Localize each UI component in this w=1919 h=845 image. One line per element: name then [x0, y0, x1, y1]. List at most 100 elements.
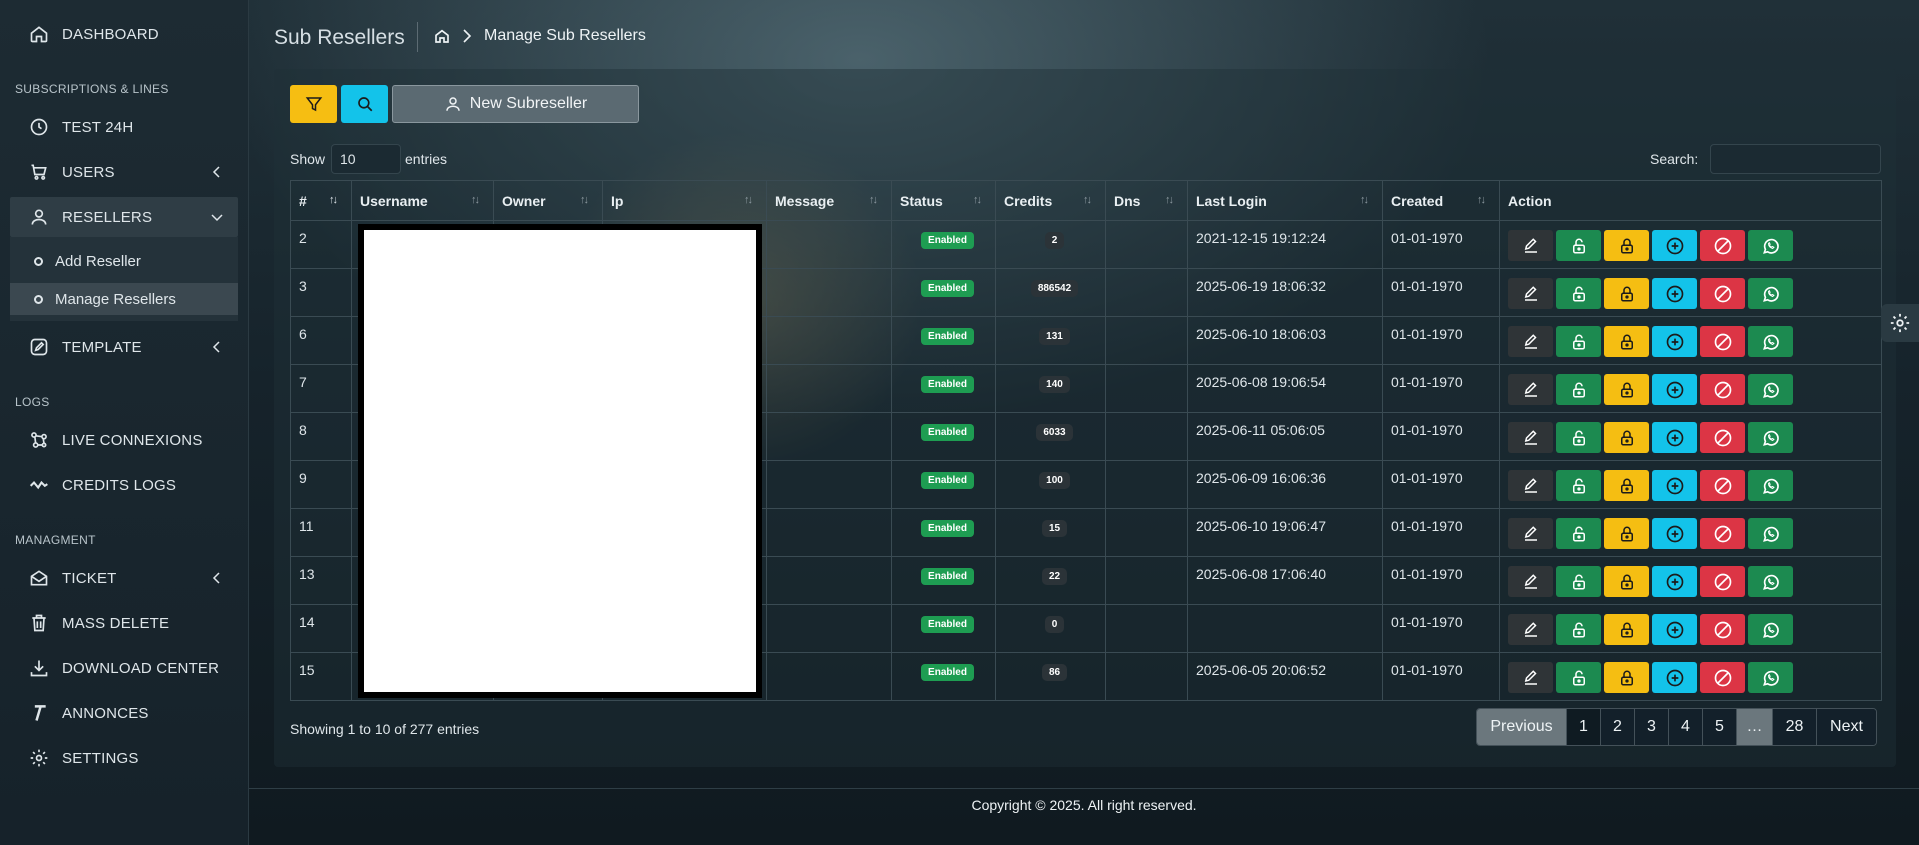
unlock-button[interactable]: [1556, 422, 1601, 453]
lock-button[interactable]: [1604, 518, 1649, 549]
page-button[interactable]: 28: [1773, 709, 1817, 745]
page-button[interactable]: 5: [1703, 709, 1737, 745]
lock-button[interactable]: [1604, 470, 1649, 501]
disable-button[interactable]: [1700, 374, 1745, 405]
edit-button[interactable]: [1508, 470, 1553, 501]
sidebar-item-credits-logs[interactable]: CREDITS LOGS: [10, 465, 238, 505]
whatsapp-button[interactable]: [1748, 614, 1793, 645]
edit-button[interactable]: [1508, 518, 1553, 549]
whatsapp-button[interactable]: [1748, 278, 1793, 309]
add-credits-button[interactable]: [1652, 374, 1697, 405]
column-header[interactable]: Created ↑↓: [1382, 180, 1500, 221]
lock-button[interactable]: [1604, 422, 1649, 453]
edit-button[interactable]: [1508, 422, 1553, 453]
settings-toggle[interactable]: [1881, 304, 1919, 342]
disable-button[interactable]: [1700, 422, 1745, 453]
column-header[interactable]: Dns ↑↓: [1105, 180, 1188, 221]
unlock-button[interactable]: [1556, 374, 1601, 405]
sidebar-item-manage-resellers[interactable]: Manage Resellers: [10, 283, 238, 315]
edit-button[interactable]: [1508, 662, 1553, 693]
add-credits-button[interactable]: [1652, 470, 1697, 501]
whatsapp-button[interactable]: [1748, 566, 1793, 597]
sidebar-item-mass-delete[interactable]: MASS DELETE: [10, 603, 238, 643]
sidebar-item-download-center[interactable]: DOWNLOAD CENTER: [10, 648, 238, 688]
disable-button[interactable]: [1700, 614, 1745, 645]
sidebar-item-template[interactable]: TEMPLATE: [10, 327, 238, 367]
search-input[interactable]: [1710, 144, 1881, 174]
whatsapp-button[interactable]: [1748, 374, 1793, 405]
column-header[interactable]: Credits ↑↓: [995, 180, 1106, 221]
lock-button[interactable]: [1604, 662, 1649, 693]
disable-button[interactable]: [1700, 518, 1745, 549]
page-length-select[interactable]: 10: [331, 144, 401, 174]
whatsapp-button[interactable]: [1748, 662, 1793, 693]
column-header[interactable]: # ↑↓: [290, 180, 352, 221]
search-button[interactable]: [341, 85, 388, 123]
column-header[interactable]: Owner ↑↓: [493, 180, 603, 221]
disable-button[interactable]: [1700, 566, 1745, 597]
column-header[interactable]: Last Login ↑↓: [1187, 180, 1383, 221]
disable-button[interactable]: [1700, 230, 1745, 261]
unlock-button[interactable]: [1556, 614, 1601, 645]
column-header[interactable]: Username ↑↓: [351, 180, 494, 221]
whatsapp-button[interactable]: [1748, 326, 1793, 357]
home-icon[interactable]: [434, 28, 450, 44]
unlock-button[interactable]: [1556, 518, 1601, 549]
sidebar-item-live-connexions[interactable]: LIVE CONNEXIONS: [10, 420, 238, 460]
disable-button[interactable]: [1700, 278, 1745, 309]
page-button[interactable]: 1: [1567, 709, 1601, 745]
add-credits-button[interactable]: [1652, 614, 1697, 645]
column-header[interactable]: Message ↑↓: [766, 180, 892, 221]
edit-button[interactable]: [1508, 326, 1553, 357]
add-credits-button[interactable]: [1652, 278, 1697, 309]
column-header[interactable]: Ip ↑↓: [602, 180, 767, 221]
page-button[interactable]: 3: [1635, 709, 1669, 745]
disable-button[interactable]: [1700, 326, 1745, 357]
sidebar-item-settings[interactable]: SETTINGS: [10, 738, 238, 778]
sidebar-item-dashboard[interactable]: DASHBOARD: [10, 14, 238, 54]
sidebar-item-ticket[interactable]: TICKET: [10, 558, 238, 598]
edit-button[interactable]: [1508, 278, 1553, 309]
whatsapp-button[interactable]: [1748, 518, 1793, 549]
lock-button[interactable]: [1604, 230, 1649, 261]
add-credits-button[interactable]: [1652, 518, 1697, 549]
unlock-button[interactable]: [1556, 662, 1601, 693]
previous-page-button[interactable]: Previous: [1477, 709, 1567, 745]
new-subreseller-button[interactable]: New Subreseller: [392, 85, 639, 123]
whatsapp-button[interactable]: [1748, 470, 1793, 501]
page-button[interactable]: 2: [1601, 709, 1635, 745]
unlock-button[interactable]: [1556, 566, 1601, 597]
disable-button[interactable]: [1700, 470, 1745, 501]
next-page-button[interactable]: Next: [1817, 709, 1876, 745]
whatsapp-button[interactable]: [1748, 230, 1793, 261]
lock-button[interactable]: [1604, 326, 1649, 357]
edit-button[interactable]: [1508, 614, 1553, 645]
sidebar-item-label: CREDITS LOGS: [62, 476, 177, 494]
filter-button[interactable]: [290, 85, 337, 123]
page-button[interactable]: 4: [1669, 709, 1703, 745]
disable-button[interactable]: [1700, 662, 1745, 693]
unlock-button[interactable]: [1556, 230, 1601, 261]
lock-button[interactable]: [1604, 374, 1649, 405]
sidebar-item-test24h[interactable]: TEST 24H: [10, 107, 238, 147]
add-credits-button[interactable]: [1652, 566, 1697, 597]
sidebar-item-add-reseller[interactable]: Add Reseller: [10, 245, 238, 277]
lock-button[interactable]: [1604, 614, 1649, 645]
unlock-button[interactable]: [1556, 326, 1601, 357]
sidebar-item-users[interactable]: USERS: [10, 152, 238, 192]
add-credits-button[interactable]: [1652, 326, 1697, 357]
sidebar-item-annonces[interactable]: ANNONCES: [10, 693, 238, 733]
unlock-button[interactable]: [1556, 470, 1601, 501]
edit-button[interactable]: [1508, 566, 1553, 597]
edit-button[interactable]: [1508, 230, 1553, 261]
edit-button[interactable]: [1508, 374, 1553, 405]
whatsapp-button[interactable]: [1748, 422, 1793, 453]
add-credits-button[interactable]: [1652, 422, 1697, 453]
unlock-button[interactable]: [1556, 278, 1601, 309]
lock-button[interactable]: [1604, 278, 1649, 309]
lock-button[interactable]: [1604, 566, 1649, 597]
add-credits-button[interactable]: [1652, 230, 1697, 261]
sidebar-item-resellers[interactable]: RESELLERS: [10, 197, 238, 237]
column-header[interactable]: Status ↑↓: [891, 180, 996, 221]
add-credits-button[interactable]: [1652, 662, 1697, 693]
